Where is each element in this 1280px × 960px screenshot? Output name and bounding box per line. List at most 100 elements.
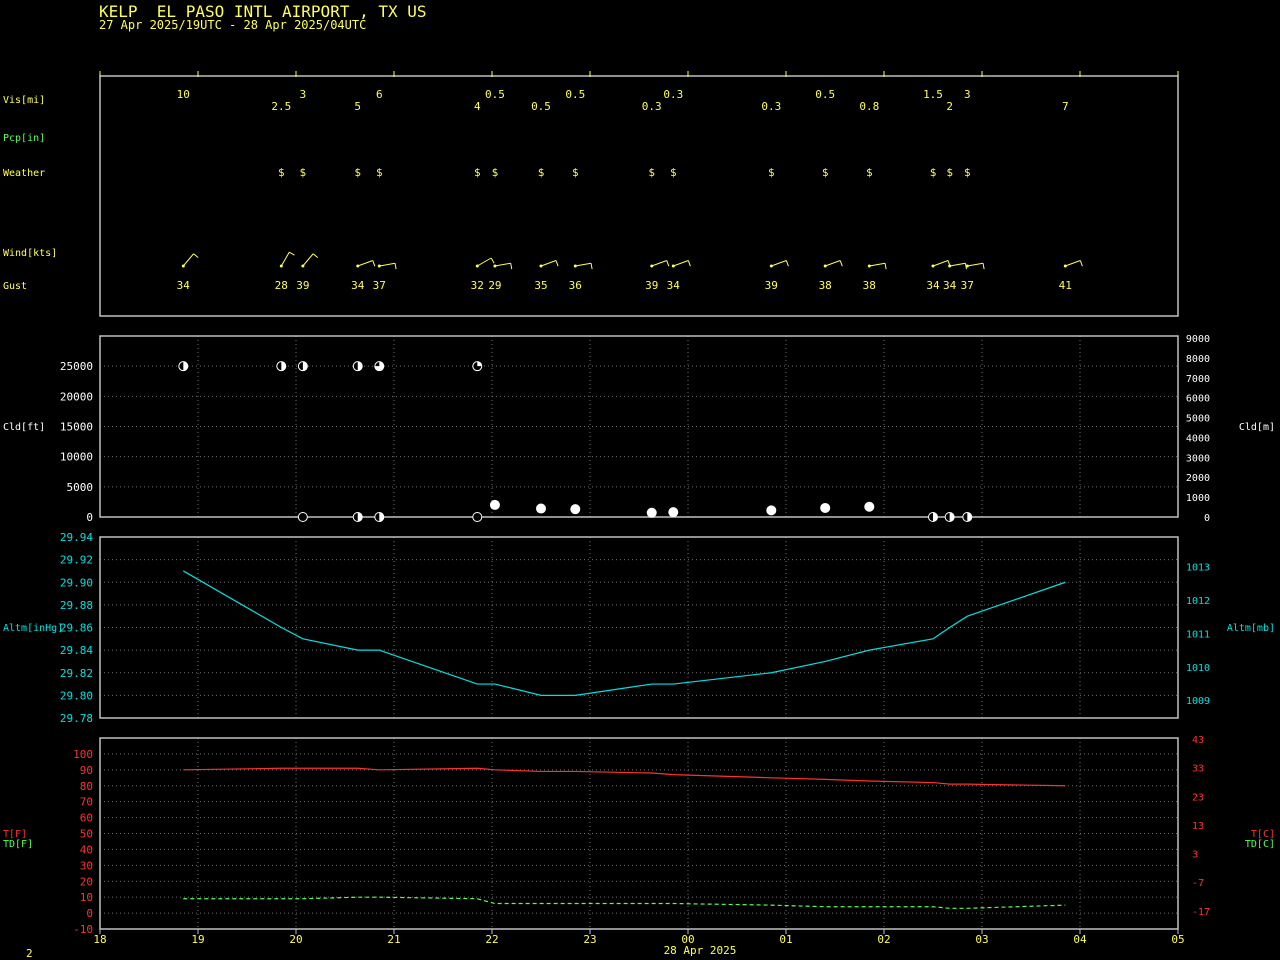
x-tick-label: 04 <box>1073 933 1087 946</box>
gust-value: 34 <box>943 279 957 292</box>
gust-value: 34 <box>926 279 940 292</box>
weather-symbol: $ <box>768 166 775 179</box>
temp-f-tick: 30 <box>80 859 93 872</box>
wind-barb <box>280 251 290 267</box>
wind-barb <box>666 260 670 267</box>
wind-barb <box>839 260 843 267</box>
altm-inhg-tick: 29.78 <box>60 712 93 725</box>
altm-inhg-tick: 29.82 <box>60 667 93 680</box>
cloud-ft-tick: 25000 <box>60 360 93 373</box>
gust-value: 32 <box>471 279 484 292</box>
temp-c-tick: 33 <box>1192 764 1204 775</box>
altm-mb-tick: 1011 <box>1186 629 1210 640</box>
vis-value: 0.3 <box>642 100 662 113</box>
cloud-cover-symbol <box>472 512 483 522</box>
x-tick-label: 03 <box>975 933 988 946</box>
cloud-cover-fill <box>668 507 678 517</box>
temp-f-tick: 40 <box>80 843 93 856</box>
wind-barb <box>673 260 689 267</box>
wind-station-dot <box>356 264 360 268</box>
weather-symbol: $ <box>648 166 655 179</box>
vis-value: 0.5 <box>531 100 551 113</box>
wind-station-dot <box>1063 264 1067 268</box>
td-f-label: TD[F] <box>3 839 33 850</box>
vis-value: 4 <box>474 100 481 113</box>
altm-inhg-tick: 29.88 <box>60 599 93 612</box>
cloud-m-tick: 6000 <box>1186 394 1210 405</box>
vis-value: 5 <box>354 100 361 113</box>
weather-symbol: $ <box>822 166 829 179</box>
wind-barb <box>540 260 557 267</box>
vis-value: 3 <box>300 88 307 101</box>
cloud-m-tick: 9000 <box>1186 334 1210 345</box>
weather-symbol: $ <box>946 166 953 179</box>
vis-value: 1.5 <box>923 88 943 101</box>
altm-inhg-tick: 29.90 <box>60 576 93 589</box>
vis-value: 0.3 <box>663 88 683 101</box>
temp-f-tick: 20 <box>80 875 93 888</box>
wind-barb <box>967 262 984 267</box>
cld-ft-label: Cld[ft] <box>3 422 45 433</box>
gust-label: Gust <box>3 281 27 292</box>
vis-value: 2.5 <box>271 100 291 113</box>
wind-barb <box>771 260 787 267</box>
cloud-m-tick: 2000 <box>1186 473 1210 484</box>
wind-station-dot <box>573 264 577 268</box>
temp-c-tick: -7 <box>1192 878 1204 889</box>
wind-barb <box>494 262 511 267</box>
x-tick-label: 01 <box>779 933 792 946</box>
wind-barb <box>575 262 592 267</box>
meteogram: Vis[mi]Pcp[in]WeatherWind[kts]Gust10 3 6 0.… <box>3 71 1275 957</box>
cloud-cover-symbol <box>297 512 308 522</box>
weather-symbol: $ <box>278 166 285 179</box>
temp-f-tick: 60 <box>80 812 93 825</box>
wind-barb <box>182 253 194 267</box>
wind-barb <box>510 263 513 270</box>
altm-inhg-tick: 29.94 <box>60 531 93 544</box>
wind-barb <box>372 260 376 267</box>
cloud-cover-fill <box>490 500 500 510</box>
weather-symbol: $ <box>376 166 383 179</box>
altm-mb-tick: 1012 <box>1186 596 1210 607</box>
altm-inhg-tick: 29.80 <box>60 689 93 702</box>
pcp-label: Pcp[in] <box>3 133 45 144</box>
gust-value: 38 <box>819 279 832 292</box>
temp-f-tick: 80 <box>80 780 93 793</box>
cloud-m-tick: 0 <box>1204 513 1210 524</box>
temp-c-tick: 3 <box>1192 850 1198 861</box>
x-tick-label: 05 <box>1171 933 1184 946</box>
gust-value: 38 <box>863 279 876 292</box>
altm-mb-label: Altm[mb] <box>1227 623 1275 634</box>
wind-barb <box>379 262 396 267</box>
wind-barb <box>477 257 492 267</box>
vis-value: 6 <box>376 88 383 101</box>
wind-barb <box>302 253 314 267</box>
gust-value: 28 <box>275 279 288 292</box>
vis-value: 0.5 <box>485 88 505 101</box>
vis-value: 3 <box>964 88 971 101</box>
weather-symbol: $ <box>866 166 873 179</box>
weather-symbol: $ <box>354 166 361 179</box>
gust-value: 36 <box>569 279 582 292</box>
wind-station-dot <box>867 264 871 268</box>
vis-value: 7 <box>1062 100 1069 113</box>
vis-value: 0.5 <box>815 88 835 101</box>
vis-value: 0.8 <box>859 100 879 113</box>
weather-symbol: $ <box>474 166 481 179</box>
x-date-label: 28 Apr 2025 <box>664 944 737 957</box>
wind-barb <box>651 260 667 267</box>
wind-station-dot <box>475 264 479 268</box>
x-tick-label: 21 <box>387 933 400 946</box>
cloud-ft-tick: 10000 <box>60 451 93 464</box>
cloud-ft-tick: 20000 <box>60 390 93 403</box>
dewpoint-line <box>183 896 1066 909</box>
cloud-m-tick: 8000 <box>1186 354 1210 365</box>
wind-barb <box>825 260 841 267</box>
gust-value: 35 <box>534 279 547 292</box>
vis-value: 0.3 <box>761 100 781 113</box>
temp-f-tick: 10 <box>80 891 93 904</box>
wind-station-dot <box>769 264 773 268</box>
wind-station-dot <box>823 264 827 268</box>
wind-barb <box>590 263 593 270</box>
gust-value: 39 <box>765 279 778 292</box>
